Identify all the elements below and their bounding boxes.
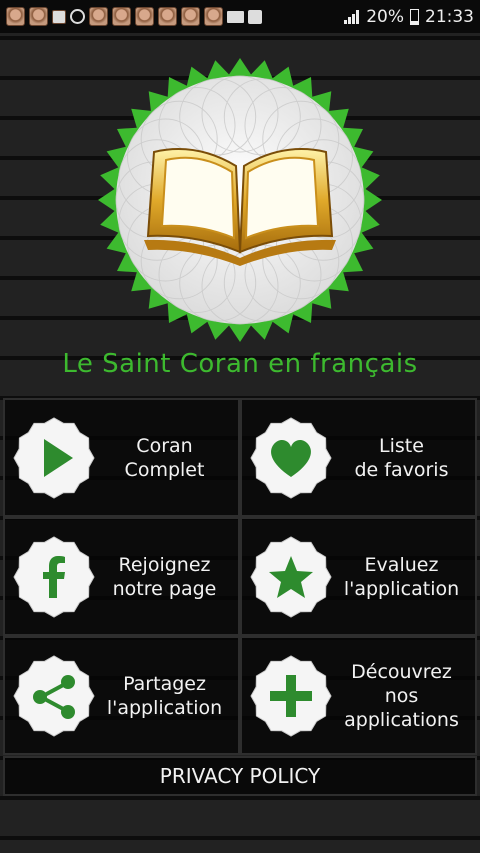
menu-label: Coran <box>136 434 193 457</box>
menu-label: nos <box>384 684 419 707</box>
menu-label: l'application <box>343 577 460 600</box>
menu-decouvrez-button[interactable]: Découvrez nos applications <box>240 636 477 755</box>
menu-label: Complet <box>124 458 205 481</box>
gallery-icon <box>52 9 66 24</box>
signal-icon <box>344 9 360 24</box>
avatar-icon <box>181 7 200 26</box>
star-icon <box>250 535 332 618</box>
sync-icon <box>70 9 85 24</box>
menu-evaluez-button[interactable]: Evaluez l'application <box>240 517 477 636</box>
menu-label: Partagez <box>123 672 206 695</box>
menu-rejoignez-button[interactable]: Rejoignez notre page <box>3 517 240 636</box>
facebook-icon <box>248 9 262 24</box>
menu-grid: Coran Complet Liste de favoris Rejoignez… <box>3 398 477 755</box>
menu-label: de favoris <box>354 458 449 481</box>
app-title: Le Saint Coran en français <box>62 349 418 379</box>
avatar-icon <box>6 7 25 26</box>
battery-percent: 20% <box>366 6 404 27</box>
menu-label: Découvrez <box>351 660 452 683</box>
avatar-icon <box>204 7 223 26</box>
menu-label: applications <box>344 708 459 731</box>
play-icon <box>13 416 95 499</box>
menu-label: Liste <box>379 434 424 457</box>
heart-icon <box>250 416 332 499</box>
share-icon <box>13 654 95 737</box>
clock: 21:33 <box>425 6 474 27</box>
mail-icon <box>227 10 244 23</box>
privacy-policy-button[interactable]: PRIVACY POLICY <box>3 756 477 796</box>
facebook-icon <box>13 535 95 618</box>
menu-favoris-button[interactable]: Liste de favoris <box>240 398 477 517</box>
avatar-icon <box>135 7 154 26</box>
avatar-icon <box>112 7 131 26</box>
menu-label: notre page <box>112 577 217 600</box>
status-right: 20% 21:33 <box>344 7 474 27</box>
menu-partagez-button[interactable]: Partagez l'application <box>3 636 240 755</box>
app-logo <box>96 56 384 344</box>
avatar-icon <box>29 7 48 26</box>
avatar-icon <box>158 7 177 26</box>
menu-label: l'application <box>106 696 223 719</box>
status-bar: 20% 21:33 <box>0 0 480 33</box>
avatar-icon <box>89 7 108 26</box>
menu-label: Evaluez <box>364 553 439 576</box>
menu-label: Rejoignez <box>118 553 211 576</box>
battery-icon <box>410 8 419 25</box>
notification-icons <box>6 7 344 26</box>
plus-icon <box>250 654 332 737</box>
menu-coran-complet-button[interactable]: Coran Complet <box>3 398 240 517</box>
